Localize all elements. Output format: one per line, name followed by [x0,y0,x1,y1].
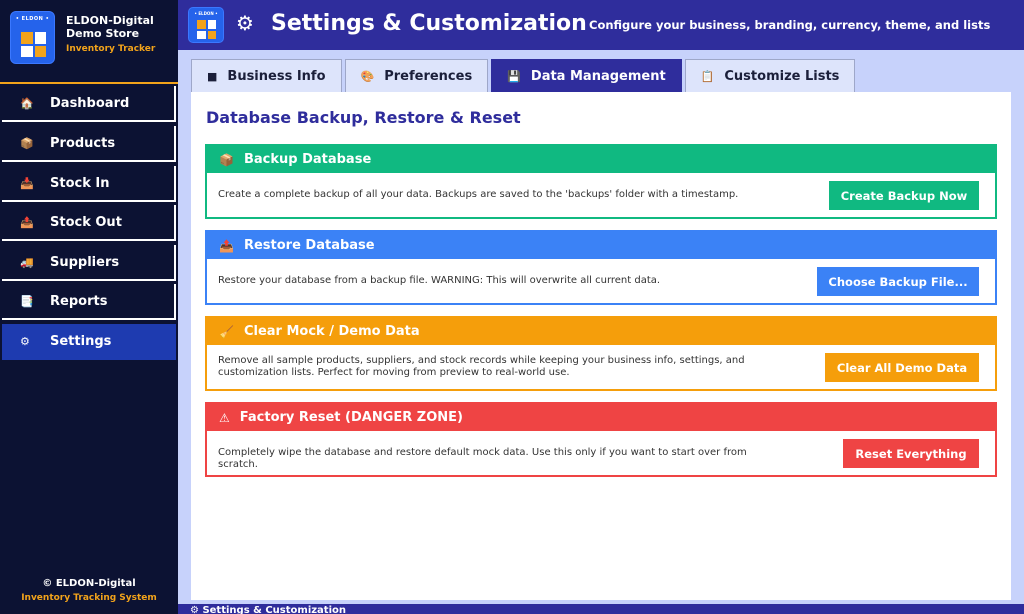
upload-icon: 📤 [219,238,234,253]
sidebar-item-label: Stock In [50,175,110,191]
floppy-disk-icon: 💾 [507,70,521,83]
sidebar-item-products[interactable]: 📦 Products [2,126,176,162]
sidebar-item-stock-in[interactable]: 📥 Stock In [2,166,176,202]
brand-title: ELDON-Digital Demo Store [66,14,154,40]
tab-preferences[interactable]: 🎨 Preferences [344,59,489,93]
clipboard-icon: 📋 [700,70,715,83]
sidebar-item-dashboard[interactable]: 🏠 Dashboard [2,86,176,122]
clear-demo-card: 🧹 Clear Mock / Demo Data Remove all samp… [205,316,997,391]
tab-label: Data Management [530,69,666,84]
truck-icon: 🚚 [20,255,34,269]
card-title: Restore Database [243,238,375,253]
page-header: • ELDON • ⚙ Settings & Customization Con… [178,0,1024,50]
logo-grid-icon [197,20,216,39]
card-description: Create a complete backup of all your dat… [218,189,739,200]
warning-icon: ⚠ [219,410,230,425]
create-backup-button[interactable]: Create Backup Now [829,181,979,210]
sidebar-item-label: Products [50,135,116,151]
home-icon: 🏠 [20,96,34,110]
card-header: 📦 Backup Database [207,146,995,173]
footer-copyright: © ELDON-Digital [42,578,136,589]
package-icon: 📦 [219,152,234,167]
gear-icon: ⚙ [236,11,254,35]
gear-icon: ⚙ [20,334,30,348]
sidebar-item-suppliers[interactable]: 🚚 Suppliers [2,245,176,281]
tab-business-info[interactable]: ■ Business Info [191,59,342,93]
card-title: Factory Reset (DANGER ZONE) [239,410,463,425]
package-icon: 📦 [20,136,34,150]
palette-icon: 🎨 [360,70,375,83]
clear-demo-data-button[interactable]: Clear All Demo Data [825,353,979,382]
logo-text: • ELDON • [194,11,218,16]
restore-card: 📤 Restore Database Restore your database… [205,230,997,305]
choose-backup-file-button[interactable]: Choose Backup File... [817,267,979,296]
sidebar-item-label: Reports [50,293,108,309]
sidebar-item-label: Dashboard [50,95,130,111]
sidebar-item-label: Stock Out [50,214,122,230]
reset-everything-button[interactable]: Reset Everything [843,439,979,468]
broom-icon: 🧹 [219,324,234,339]
settings-tabs: ■ Business Info 🎨 Preferences 💾 Data Man… [191,59,858,93]
backup-card: 📦 Backup Database Create a complete back… [205,144,997,219]
section-title: Database Backup, Restore & Reset [206,108,521,127]
tab-data-management[interactable]: 💾 Data Management [491,59,682,93]
logo-text: • ELDON • [15,16,50,22]
sidebar-item-stock-out[interactable]: 📤 Stock Out [2,205,176,241]
inbox-icon: 📥 [20,176,34,190]
sidebar-item-label: Suppliers [50,254,120,270]
page-subtitle: Configure your business, branding, curre… [589,18,991,32]
brand-header: • ELDON • ELDON-Digital Demo Store Inven… [0,0,178,84]
footer-tagline: Inventory Tracking System [21,593,157,603]
report-icon: 📑 [20,294,34,308]
sidebar-item-label: Settings [50,333,112,349]
outbox-icon: 📤 [20,215,34,229]
status-bar: ⚙ Settings & Customization [178,604,1024,614]
data-management-panel: Database Backup, Restore & Reset 📦 Backu… [191,92,1011,600]
card-description: Restore your database from a backup file… [218,275,661,286]
main-content: ■ Business Info 🎨 Preferences 💾 Data Man… [178,50,1024,614]
header-logo: • ELDON • [188,7,224,43]
card-title: Clear Mock / Demo Data [243,324,420,339]
sidebar-footer: © ELDON-Digital Inventory Tracking Syste… [0,578,178,603]
app-logo: • ELDON • [10,11,55,64]
tab-label: Preferences [384,69,473,84]
tab-label: Customize Lists [724,69,840,84]
card-header: ⚠ Factory Reset (DANGER ZONE) [207,404,995,431]
tab-label: Business Info [227,69,326,84]
tab-customize-lists[interactable]: 📋 Customize Lists [684,59,856,93]
card-description: Completely wipe the database and restore… [218,447,747,470]
factory-reset-card: ⚠ Factory Reset (DANGER ZONE) Completely… [205,402,997,477]
sidebar-item-settings[interactable]: ⚙ Settings [2,324,176,360]
card-header: 📤 Restore Database [207,232,995,259]
status-bar-label: ⚙ Settings & Customization [190,605,347,614]
sidebar: • ELDON • ELDON-Digital Demo Store Inven… [0,0,178,614]
card-description: Remove all sample products, suppliers, a… [218,355,745,378]
card-header: 🧹 Clear Mock / Demo Data [207,318,995,345]
brand-subtitle: Inventory Tracker [66,44,156,54]
page-title: Settings & Customization [271,11,587,36]
square-icon: ■ [207,70,218,83]
sidebar-item-reports[interactable]: 📑 Reports [2,284,176,320]
logo-grid-icon [21,32,46,57]
card-title: Backup Database [243,152,372,167]
